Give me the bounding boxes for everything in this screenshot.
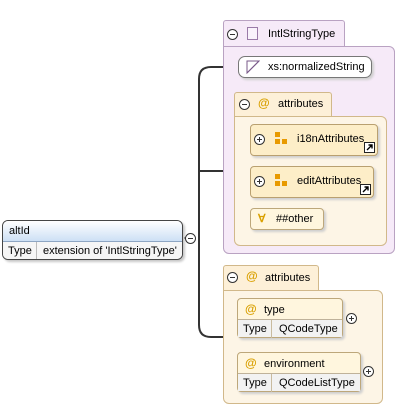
collapse-icon[interactable] — [227, 272, 238, 283]
simple-type-name: xs:normalizedString — [268, 61, 365, 73]
reference-arrow-icon[interactable] — [360, 184, 371, 195]
reference-arrow-icon[interactable] — [364, 142, 375, 153]
expand-icon[interactable] — [254, 134, 265, 145]
attribute-group-name: editAttributes — [297, 175, 362, 187]
element-header: altId — [3, 221, 182, 242]
element-type-row: Type extension of 'IntlStringType' — [3, 242, 182, 259]
outer-attributes-title: attributes — [265, 272, 311, 284]
attribute-type-value: QCodeListType — [279, 377, 355, 389]
expand-icon[interactable] — [346, 313, 357, 324]
divider — [271, 320, 272, 338]
complex-type-icon — [247, 27, 258, 40]
collapse-icon[interactable] — [239, 99, 250, 110]
divider — [271, 374, 272, 392]
attribute-type-value: QCodeType — [279, 323, 338, 335]
expand-icon[interactable] — [363, 366, 374, 377]
inner-attributes-title: attributes — [278, 98, 324, 110]
attribute-icon: @ — [246, 269, 258, 283]
any-attribute-label: ##other — [276, 213, 314, 225]
attribute-icon: @ — [245, 302, 257, 316]
element-name: altId — [9, 225, 30, 237]
attribute-icon: @ — [245, 356, 257, 370]
simple-type-icon — [246, 60, 260, 74]
attribute-type-key: Type — [243, 377, 267, 389]
collapse-icon[interactable] — [227, 29, 238, 40]
attribute-icon: @ — [258, 96, 270, 110]
complex-type-name: IntlStringType — [268, 28, 336, 40]
divider — [36, 242, 37, 259]
sequence-collapse-icon[interactable] — [185, 233, 196, 244]
element-type-value: extension of 'IntlStringType' — [43, 245, 177, 257]
element-altid[interactable]: altId Type extension of 'IntlStringType' — [2, 220, 183, 260]
expand-icon[interactable] — [254, 176, 265, 187]
attribute-type-key: Type — [243, 323, 267, 335]
attribute-name: type — [264, 304, 285, 316]
attribute-group-name: i18nAttributes — [297, 133, 365, 145]
any-attribute-icon: ∀ — [258, 213, 266, 225]
element-type-key: Type — [8, 245, 32, 257]
attribute-name: environment — [264, 358, 325, 370]
